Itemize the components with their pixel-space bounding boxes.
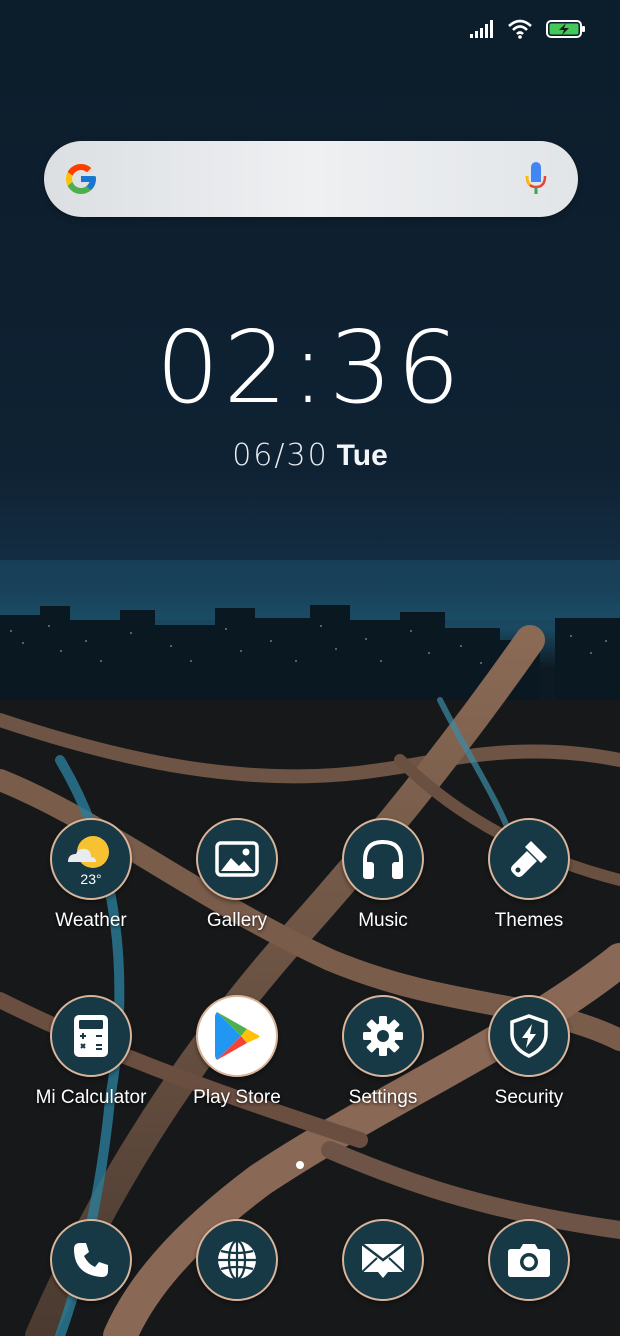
date-value: 06/30: [232, 438, 329, 473]
page-indicator-dot: [296, 1161, 304, 1169]
mail-icon-container: [342, 1219, 424, 1301]
phone-icon-container: [50, 1219, 132, 1301]
calculator-icon: [74, 1015, 108, 1057]
app-security[interactable]: Security: [456, 995, 602, 1109]
search-input[interactable]: [114, 159, 518, 201]
app-label: Music: [358, 910, 408, 931]
play-store-icon-container: [196, 995, 278, 1077]
image-icon: [215, 841, 259, 877]
camera-icon-container: [488, 1219, 570, 1301]
settings-icon-container: [342, 995, 424, 1077]
phone-icon: [74, 1243, 108, 1277]
clock-time[interactable]: 02:36: [0, 308, 620, 428]
headphones-icon: [363, 839, 403, 879]
dock-browser[interactable]: [164, 1219, 310, 1301]
app-play-store[interactable]: Play Store: [164, 995, 310, 1109]
signal-bars-icon: [470, 20, 493, 38]
app-gallery[interactable]: Gallery: [164, 818, 310, 932]
dock-messages[interactable]: [310, 1219, 456, 1301]
app-mi-calculator[interactable]: Mi Calculator: [18, 995, 164, 1109]
clock-date: 06/30 Tue: [0, 436, 620, 476]
music-icon-container: [342, 818, 424, 900]
mail-icon: [361, 1243, 405, 1278]
security-icon-container: [488, 995, 570, 1077]
gallery-icon-container: [196, 818, 278, 900]
app-label: Weather: [55, 910, 127, 931]
weather-icon-container: 23°: [50, 818, 132, 900]
app-weather[interactable]: 23° Weather: [18, 818, 164, 932]
gear-icon: [363, 1016, 403, 1056]
weekday-label: Tue: [336, 439, 388, 472]
microphone-icon[interactable]: [524, 161, 548, 197]
app-label: Play Store: [193, 1087, 281, 1108]
status-bar: [470, 14, 586, 44]
app-settings[interactable]: Settings: [310, 995, 456, 1109]
app-label: Themes: [494, 910, 564, 931]
google-search-bar[interactable]: [44, 141, 578, 217]
battery-charging-icon: [546, 20, 585, 38]
play-store-icon: [215, 1012, 260, 1060]
globe-icon-container: [196, 1219, 278, 1301]
app-themes[interactable]: Themes: [456, 818, 602, 932]
calculator-icon-container: [50, 995, 132, 1077]
weather-temperature: 23°: [80, 871, 102, 887]
app-label: Mi Calculator: [35, 1087, 147, 1108]
camera-icon: [508, 1244, 550, 1277]
app-label: Gallery: [206, 910, 268, 931]
themes-icon-container: [488, 818, 570, 900]
globe-icon: [218, 1239, 256, 1281]
app-label: Security: [494, 1087, 564, 1108]
google-g-icon: [66, 164, 96, 194]
shield-bolt-icon: [510, 1014, 548, 1058]
app-label: Settings: [348, 1087, 418, 1108]
app-music[interactable]: Music: [310, 818, 456, 932]
wifi-icon: [508, 19, 532, 39]
paintbrush-icon: [511, 841, 547, 877]
dock-phone[interactable]: [18, 1219, 164, 1301]
dock-camera[interactable]: [456, 1219, 602, 1301]
